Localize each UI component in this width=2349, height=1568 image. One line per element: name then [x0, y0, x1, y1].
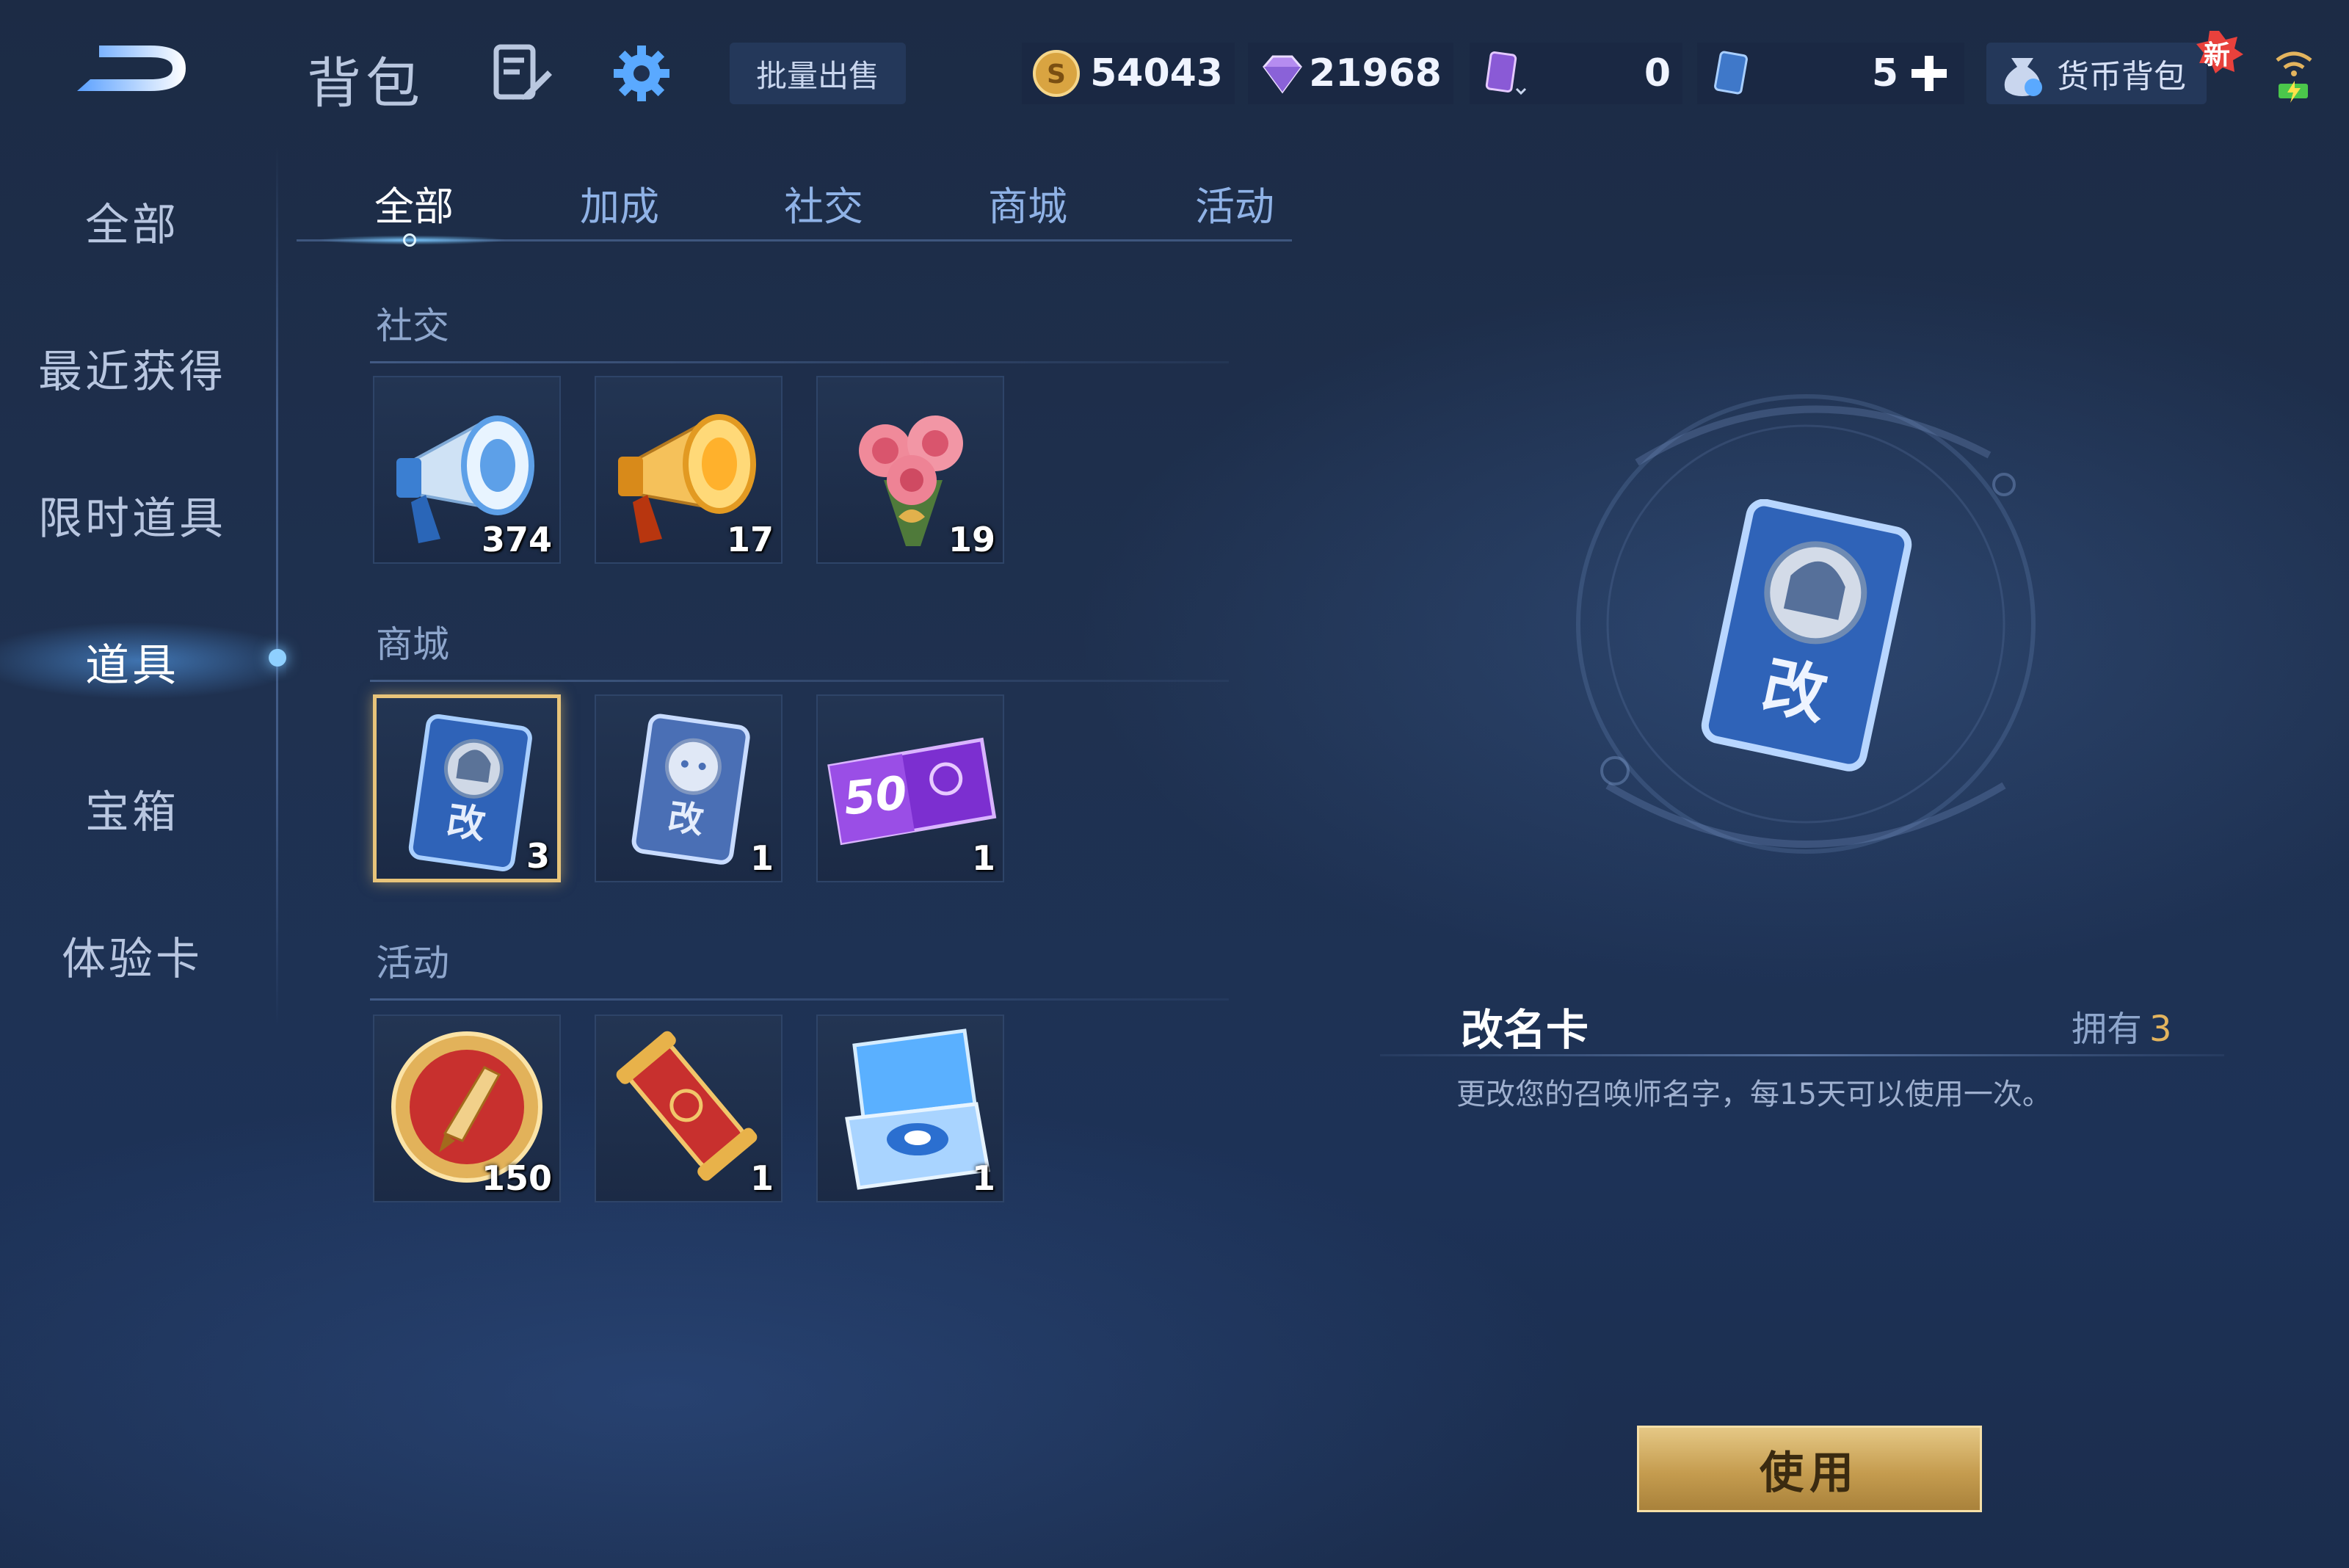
item-rose-bouquet[interactable]: 19	[816, 376, 1004, 564]
batch-sell-button[interactable]: 批量出售	[730, 43, 906, 104]
wifi-battery-icon	[2276, 51, 2312, 103]
detail-divider	[1380, 1054, 2224, 1056]
gem-amount: 21968	[1309, 51, 1442, 95]
sidebar-item-all[interactable]: 全部	[0, 166, 264, 276]
wallet-label: 货币背包	[2057, 58, 2186, 95]
item-rename-card[interactable]: 改 3	[373, 694, 561, 882]
item-count: 3	[526, 836, 550, 876]
nav-divider	[276, 147, 278, 1028]
sidebar-item-recent[interactable]: 最近获得	[0, 313, 264, 423]
item-gold-megaphone[interactable]: 17	[595, 376, 783, 564]
section-title-activity: 活动	[376, 942, 449, 984]
back-arrow-icon	[77, 46, 186, 91]
item-jewel-box[interactable]: 1	[816, 1015, 1004, 1202]
ticket-amount: 0	[1644, 51, 1671, 95]
money-bag-icon	[2004, 58, 2042, 96]
item-pet-rename-card[interactable]: 改 1	[595, 694, 783, 882]
tab-shop[interactable]: 商城	[940, 167, 1116, 238]
tab-bonus[interactable]: 加成	[531, 167, 708, 238]
owned-count: 拥有 3	[2072, 1000, 2172, 1051]
card-currency: 5	[1697, 43, 1964, 104]
section-divider	[370, 998, 1229, 1001]
rename-card-large-icon: 改	[1701, 499, 1912, 772]
item-count: 374	[481, 520, 552, 559]
purple-ticket-icon	[1485, 51, 1527, 95]
item-scroll[interactable]: 1	[595, 1015, 783, 1202]
item-count: 19	[948, 520, 995, 559]
sidebar-item-trial-card[interactable]: 体验卡	[0, 900, 264, 1010]
owned-value: 3	[2149, 1009, 2172, 1050]
owned-label: 拥有	[2072, 1009, 2143, 1050]
section-divider	[370, 361, 1229, 363]
gold-coin-icon: S	[1033, 50, 1080, 97]
coupon-value: 50	[841, 766, 910, 826]
tab-activity[interactable]: 活动	[1147, 167, 1323, 238]
blue-card-icon	[1714, 51, 1748, 95]
status-indicators	[2268, 44, 2320, 110]
item-quill-medal[interactable]: 150	[373, 1015, 561, 1202]
edit-list-icon	[493, 44, 552, 100]
tab-all[interactable]: 全部	[326, 167, 502, 238]
tab-social[interactable]: 社交	[736, 167, 912, 238]
new-badge: 新	[2195, 29, 2243, 73]
use-button[interactable]: 使用	[1637, 1426, 1982, 1512]
card-glyph: 改	[666, 796, 706, 842]
sidebar-item-chest[interactable]: 宝箱	[0, 753, 264, 863]
item-blue-megaphone[interactable]: 374	[373, 376, 561, 564]
gear-icon	[614, 46, 669, 101]
page-title: 背包	[307, 52, 424, 115]
sidebar-item-limited[interactable]: 限时道具	[0, 460, 264, 570]
back-button[interactable]	[70, 35, 195, 101]
item-count: 1	[749, 838, 774, 878]
item-count: 1	[971, 838, 995, 878]
currency-wallet-button[interactable]: 货币背包	[1986, 43, 2207, 104]
item-count: 1	[971, 1158, 995, 1198]
item-description: 更改您的召唤师名字，每15天可以使用一次。	[1456, 1078, 2052, 1111]
gold-amount: 54043	[1090, 51, 1223, 95]
gem-currency: 21968	[1248, 43, 1453, 104]
sidebar-item-props[interactable]: 道具	[0, 606, 264, 716]
item-count: 1	[749, 1158, 774, 1198]
plus-icon[interactable]	[1909, 53, 1950, 94]
ticket-currency[interactable]: 0	[1470, 43, 1682, 104]
purple-diamond-icon	[1263, 55, 1302, 94]
svg-text:S: S	[1047, 59, 1066, 90]
card-amount: 5	[1871, 51, 1898, 95]
tab-active-indicator	[403, 233, 416, 247]
item-count: 17	[726, 520, 774, 559]
item-coupon-50[interactable]: 50 1	[816, 694, 1004, 882]
item-count: 150	[481, 1158, 552, 1198]
new-badge-text: 新	[2204, 40, 2231, 70]
gold-currency: S 54043	[1022, 43, 1235, 104]
nav-active-indicator	[269, 649, 286, 667]
item-name: 改名卡	[1461, 1005, 1589, 1055]
section-title-social: 社交	[376, 305, 449, 347]
section-divider	[370, 680, 1229, 682]
card-glyph: 改	[444, 799, 488, 848]
settings-button[interactable]	[611, 43, 672, 104]
edit-list-button[interactable]	[492, 43, 553, 104]
section-title-shop: 商城	[376, 623, 449, 666]
